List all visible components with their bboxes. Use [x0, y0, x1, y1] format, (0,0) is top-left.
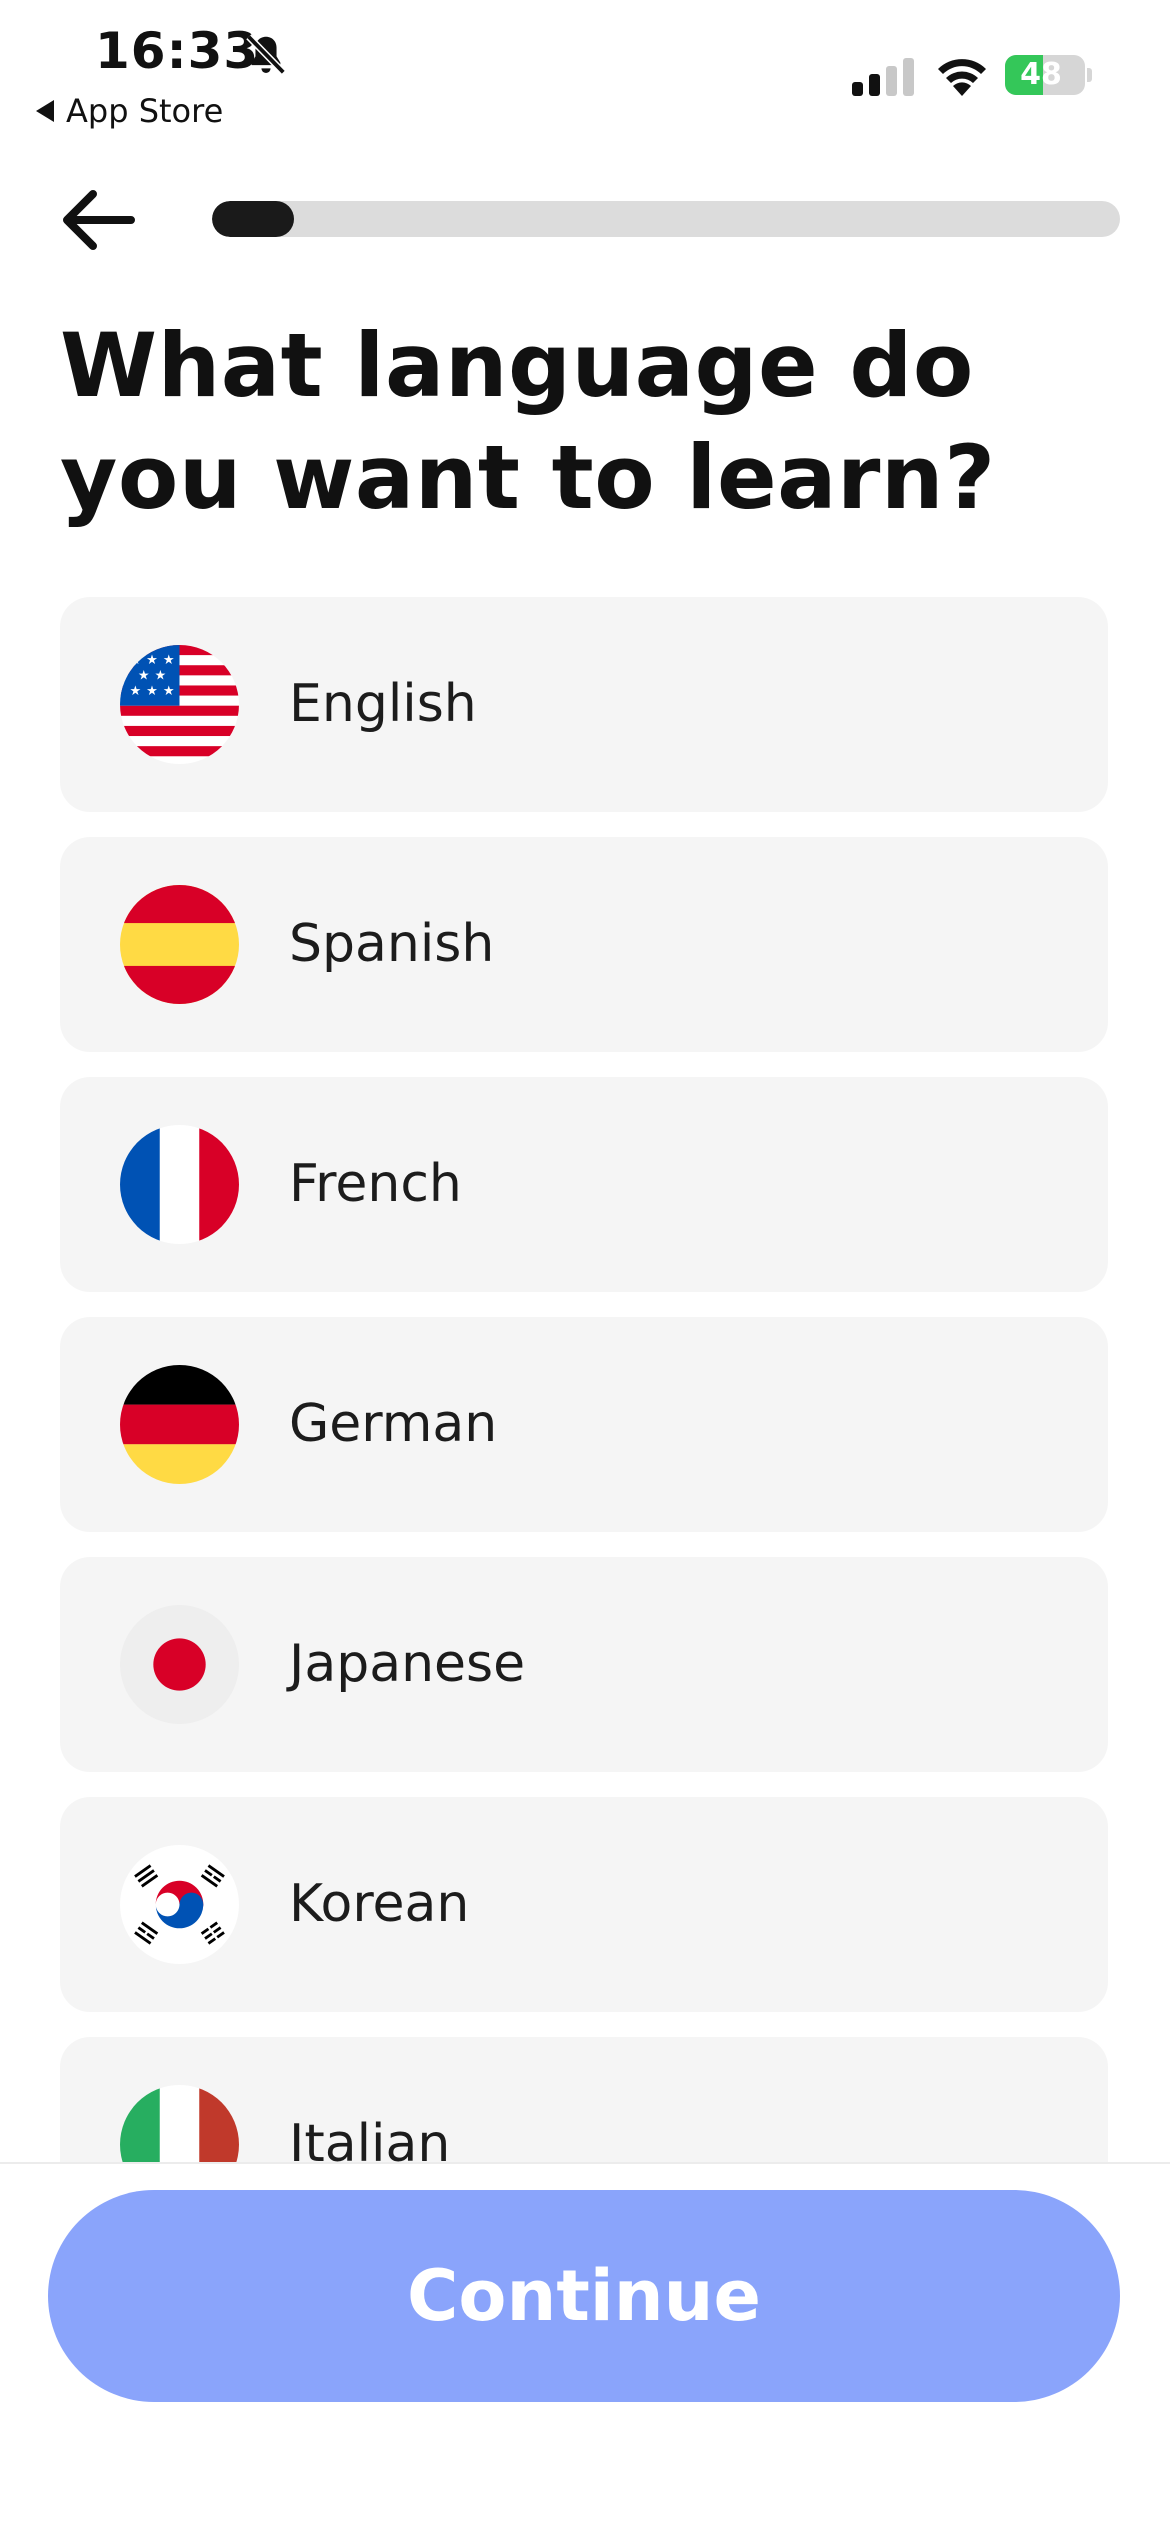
- svg-text:★: ★: [155, 669, 167, 684]
- france-flag-icon: [120, 1125, 239, 1244]
- svg-text:★: ★: [130, 653, 142, 668]
- language-option-spanish[interactable]: Spanish: [60, 837, 1108, 1052]
- language-label: Japanese: [289, 1634, 526, 1694]
- back-arrow-icon[interactable]: [55, 178, 143, 262]
- back-to-app-store[interactable]: App Store: [36, 92, 223, 130]
- bell-muted-icon: [246, 34, 286, 75]
- progress-bar-fill: [212, 201, 294, 237]
- language-label: French: [289, 1154, 462, 1214]
- wifi-icon: [938, 59, 986, 96]
- language-option-japanese[interactable]: Japanese: [60, 1557, 1108, 1772]
- footer: Continue: [0, 2162, 1170, 2534]
- language-option-italian[interactable]: Italian: [60, 2037, 1108, 2162]
- language-label: German: [289, 1394, 498, 1454]
- language-option-korean[interactable]: Korean: [60, 1797, 1108, 2012]
- language-option-german[interactable]: German: [60, 1317, 1108, 1532]
- cellular-signal-icon: [852, 58, 914, 96]
- japan-flag-icon: [120, 1605, 239, 1724]
- progress-bar: [212, 201, 1120, 237]
- svg-text:★: ★: [146, 684, 158, 699]
- svg-text:★: ★: [163, 684, 175, 699]
- battery-indicator: 48: [1005, 55, 1092, 95]
- language-label: Italian: [289, 2114, 451, 2162]
- italy-flag-icon: [120, 2085, 239, 2162]
- language-label: Spanish: [289, 914, 495, 974]
- language-label: English: [289, 674, 477, 734]
- svg-text:★: ★: [146, 653, 158, 668]
- germany-flag-icon: [120, 1365, 239, 1484]
- language-list: ★ ★ ★ ★ ★ ★ ★ ★ English Spanish French G…: [60, 597, 1108, 2162]
- battery-percent: 48: [1020, 57, 1062, 92]
- svg-text:★: ★: [130, 684, 142, 699]
- language-option-french[interactable]: French: [60, 1077, 1108, 1292]
- language-option-english[interactable]: ★ ★ ★ ★ ★ ★ ★ ★ English: [60, 597, 1108, 812]
- status-time: 16:33: [95, 22, 260, 80]
- continue-button[interactable]: Continue: [48, 2190, 1120, 2402]
- spain-flag-icon: [120, 885, 239, 1004]
- korea-flag-icon: [120, 1845, 239, 1964]
- us-flag-icon: ★ ★ ★ ★ ★ ★ ★ ★: [120, 645, 239, 764]
- language-label: Korean: [289, 1874, 470, 1934]
- svg-text:★: ★: [163, 653, 175, 668]
- svg-text:★: ★: [138, 669, 150, 684]
- back-triangle-icon: [36, 100, 54, 122]
- page-title: What language do you want to learn?: [60, 314, 996, 529]
- back-app-label: App Store: [66, 92, 224, 130]
